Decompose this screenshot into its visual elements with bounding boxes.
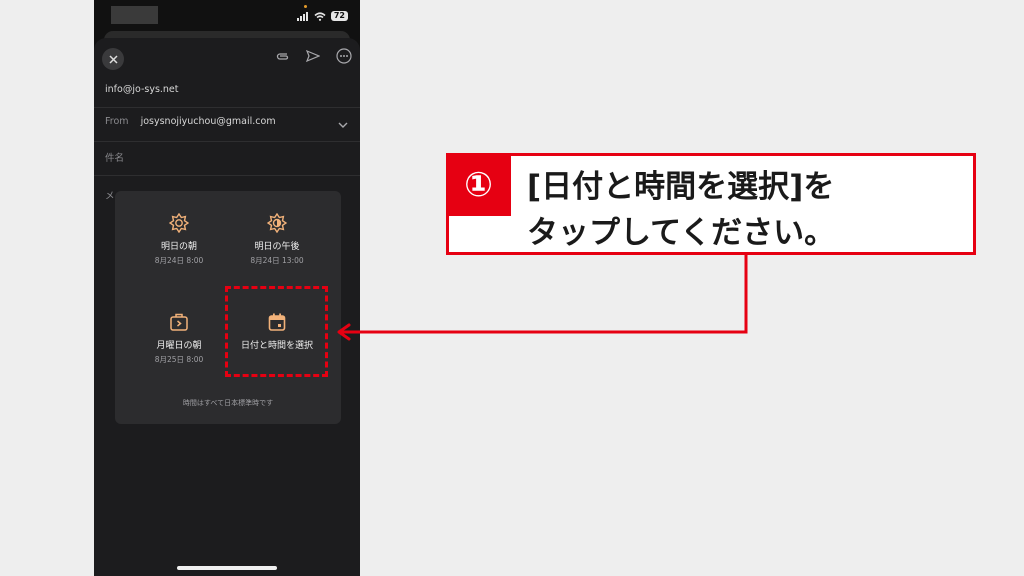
instruction-callout: ① [日付と時間を選択]を タップしてください。 [446,153,976,255]
step-number-badge: ① [446,153,511,216]
instruction-line-1: [日付と時間を選択]を [527,169,835,205]
callout-arrow [337,255,748,341]
instruction-line-2: タップしてください。 [527,215,836,251]
